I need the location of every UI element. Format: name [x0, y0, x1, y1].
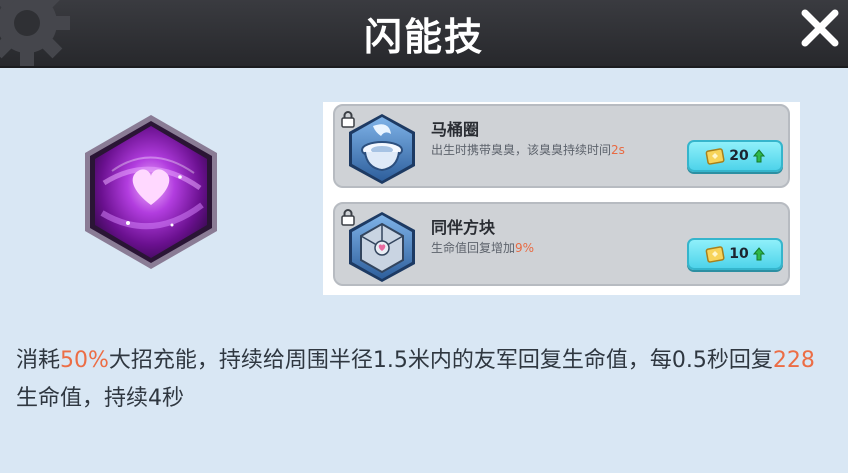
enhancement-card-toilet-ring[interactable]: 马桶圈 出生时携带臭臭，该臭臭持续时间2s 20: [333, 104, 790, 188]
card-description: 生命值回复增加9%: [431, 241, 535, 255]
green-up-arrow-icon: [752, 149, 765, 163]
heart-hexagon-icon: [85, 115, 217, 269]
upgrade-cost-button[interactable]: 10: [687, 238, 783, 270]
green-up-arrow-icon: [752, 247, 765, 261]
skill-description: 消耗50%大招充能，持续给周围半径1.5米内的友军回复生命值，每0.5秒回复22…: [16, 348, 815, 411]
page-title: 闪能技: [363, 15, 484, 59]
card-title: 马桶圈: [431, 120, 480, 139]
close-icon[interactable]: [798, 6, 842, 50]
toilet-ring-icon: [349, 114, 415, 184]
heal-amount-highlight: 228: [772, 348, 815, 373]
ticket-icon: [705, 246, 725, 263]
companion-cube-icon: [349, 212, 415, 282]
upgrade-cost-button[interactable]: 20: [687, 140, 783, 172]
card-description-highlight: 2s: [611, 143, 625, 157]
card-description: 出生时携带臭臭，该臭臭持续时间2s: [431, 143, 625, 157]
enhancement-card-companion-cube[interactable]: 同伴方块 生命值回复增加9% 10: [333, 202, 790, 286]
enhancement-cards-panel: 马桶圈 出生时携带臭臭，该臭臭持续时间2s 20 同伴方块 生命值回复增加9% …: [323, 102, 800, 295]
card-title: 同伴方块: [431, 218, 496, 237]
card-description-highlight: 9%: [515, 241, 535, 255]
cost-value: 10: [729, 246, 749, 262]
cost-value: 20: [729, 148, 749, 164]
ticket-icon: [705, 148, 725, 165]
energy-cost-highlight: 50%: [60, 348, 109, 373]
header-bar: 闪能技: [0, 0, 848, 68]
